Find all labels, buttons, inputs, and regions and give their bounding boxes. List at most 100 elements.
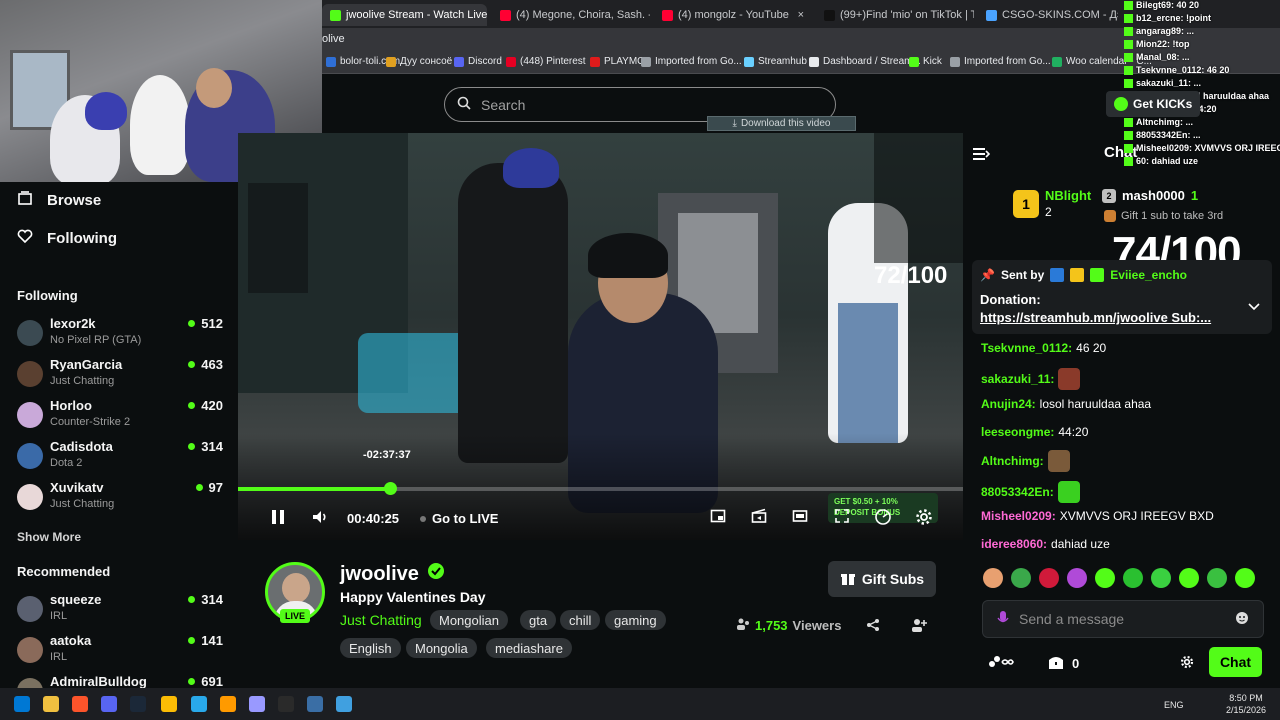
stream-tag[interactable]: English	[340, 638, 401, 658]
url-text[interactable]: olive	[322, 33, 345, 45]
browser-tab[interactable]: (4) Megone, Choira, Sash. - ROX×	[492, 4, 650, 26]
chat-message[interactable]: 88053342En:	[981, 481, 1080, 503]
chat-username[interactable]: leeseongme:	[981, 425, 1054, 439]
chat-username[interactable]: sakazuki_11:	[981, 372, 1054, 386]
taskbar-app-icon[interactable]	[336, 696, 352, 712]
sidebar-channel[interactable]: RyanGarcia Just Chatting 463	[17, 357, 223, 395]
browser-tab[interactable]: jwoolive Stream - Watch Live×	[322, 4, 487, 26]
stream-tag[interactable]: mediashare	[486, 638, 572, 658]
taskbar-app-icon[interactable]	[220, 696, 236, 712]
chat-message[interactable]: Tsekvnne_0112: 46 20	[981, 341, 1106, 355]
bookmark-item[interactable]: Streamhub	[744, 56, 807, 67]
bookmark-item[interactable]: (448) Pinterest	[506, 56, 586, 67]
taskbar-app-icon[interactable]	[14, 696, 30, 712]
emote-icon[interactable]	[1095, 568, 1115, 588]
collapse-chat-button[interactable]	[972, 146, 991, 167]
expand-pinned-button[interactable]	[1248, 298, 1260, 316]
bookmark-item[interactable]: Imported from Go...	[641, 56, 742, 67]
channel-points[interactable]	[988, 654, 1014, 673]
chat-username[interactable]: 88053342En:	[981, 485, 1054, 499]
pinned-sender[interactable]: Eviiee_encho	[1110, 268, 1187, 282]
emote-icon[interactable]	[983, 568, 1003, 588]
emoji-icon[interactable]	[1235, 611, 1249, 628]
input-language[interactable]: ENG	[1164, 700, 1184, 710]
pinned-body-link[interactable]: https://streamhub.mn/jwoolive Sub:...	[980, 310, 1264, 325]
stream-tag[interactable]: gta	[520, 610, 557, 630]
chat-message-input[interactable]: Send a message	[982, 600, 1264, 638]
browser-tab[interactable]: CSGO-SKINS.COM - Дэлхийн шил×	[978, 4, 1118, 26]
emote-icon[interactable]	[1011, 568, 1031, 588]
sidebar-channel[interactable]: Cadisdota Dota 2 314	[17, 439, 223, 477]
sidebar-channel[interactable]: Horloo Counter-Strike 2 420	[17, 398, 223, 436]
chat-settings-button[interactable]	[1180, 655, 1194, 674]
chat-message[interactable]: Altnchimg:	[981, 450, 1070, 472]
rewards-chest[interactable]: 0	[1048, 654, 1079, 673]
pause-button[interactable]	[270, 508, 286, 529]
get-kicks-button[interactable]: Get KICKs	[1106, 91, 1201, 117]
taskbar-app-icon[interactable]	[72, 696, 88, 712]
emote-icon[interactable]	[1039, 568, 1059, 588]
emote-icon[interactable]	[1151, 568, 1171, 588]
bookmark-item[interactable]: Discord	[454, 56, 502, 67]
taskbar-app-icon[interactable]	[101, 696, 117, 712]
chat-username[interactable]: Tsekvnne_0112:	[981, 341, 1072, 355]
chat-username[interactable]: Anujin24:	[981, 397, 1036, 411]
miniplayer-button[interactable]	[710, 508, 726, 527]
browser-tab[interactable]: (99+)Find 'mio' on TikTok | TikTok Se×	[816, 4, 974, 26]
leaderboard-first-name[interactable]: NBlight	[1045, 188, 1091, 203]
fullscreen-button[interactable]	[834, 508, 850, 527]
bookmark-item[interactable]: PLAYMO	[590, 56, 645, 67]
taskbar-app-icon[interactable]	[161, 696, 177, 712]
sidebar-channel[interactable]: aatoka IRL 141	[17, 633, 223, 671]
chat-message[interactable]: ideree8060: dahiad uze	[981, 537, 1110, 551]
chat-message[interactable]: Misheel0209: XVMVVS ORJ IREEGV BXD	[981, 509, 1214, 523]
bookmark-item[interactable]: Dashboard / Stream...	[809, 56, 921, 67]
chat-message[interactable]: Anujin24: losol haruuldaa ahaa	[981, 397, 1151, 411]
taskbar-app-icon[interactable]	[191, 696, 207, 712]
browser-tab[interactable]: (4) mongolz - YouTube ×	[654, 4, 812, 26]
system-clock[interactable]: 8:50 PM 2/15/2026	[1226, 692, 1266, 716]
stream-tag[interactable]: chill	[560, 610, 601, 630]
chat-username[interactable]: Altnchimg:	[981, 454, 1044, 468]
taskbar-app-icon[interactable]	[278, 696, 294, 712]
go-to-live-button[interactable]: Go to LIVE	[420, 511, 498, 526]
sidebar-channel[interactable]: lexor2k No Pixel RP (GTA) 512	[17, 316, 223, 354]
emote-icon[interactable]	[1207, 568, 1227, 588]
emote-icon[interactable]	[1067, 568, 1087, 588]
nav-browse[interactable]: Browse	[17, 190, 101, 210]
emote-icon[interactable]	[1179, 568, 1199, 588]
volume-button[interactable]	[311, 508, 329, 529]
sidebar-channel[interactable]: squeeze IRL 314	[17, 592, 223, 630]
taskbar-app-icon[interactable]	[249, 696, 265, 712]
share-button[interactable]	[866, 618, 880, 637]
progress-knob[interactable]	[384, 482, 397, 495]
bookmark-item[interactable]: Дуу сонсоё	[386, 56, 452, 67]
download-video-button[interactable]: ⤓ Download this video	[707, 116, 856, 131]
speed-button[interactable]	[874, 508, 892, 529]
taskbar-app-icon[interactable]	[307, 696, 323, 712]
close-icon[interactable]: ×	[798, 9, 804, 21]
chat-username[interactable]: ideree8060:	[981, 537, 1047, 551]
microphone-icon[interactable]	[997, 610, 1009, 629]
clip-button[interactable]	[751, 508, 767, 527]
taskbar-app-icon[interactable]	[43, 696, 59, 712]
settings-button[interactable]	[915, 508, 933, 529]
chat-message[interactable]: leeseongme: 44:20	[981, 425, 1088, 439]
gift-subs-button[interactable]: Gift Subs	[828, 561, 936, 597]
taskbar-app-icon[interactable]	[130, 696, 146, 712]
bookmark-item[interactable]: Kick	[909, 56, 942, 67]
theater-mode-button[interactable]	[792, 508, 808, 527]
show-more-button[interactable]: Show More	[17, 530, 81, 544]
streamer-name[interactable]: jwoolive	[340, 562, 445, 586]
follow-button[interactable]	[911, 617, 927, 638]
chat-message[interactable]: sakazuki_11:	[981, 368, 1081, 390]
chat-username[interactable]: Misheel0209:	[981, 509, 1056, 523]
chat-send-button[interactable]: Chat	[1209, 647, 1262, 677]
stream-tag[interactable]: Mongolia	[406, 638, 477, 658]
stream-tag[interactable]: gaming	[605, 610, 666, 630]
stream-category[interactable]: Just Chatting	[340, 612, 422, 628]
nav-following[interactable]: Following	[17, 228, 117, 248]
emote-icon[interactable]	[1123, 568, 1143, 588]
emote-icon[interactable]	[1235, 568, 1255, 588]
stream-tag[interactable]: Mongolian	[430, 610, 508, 630]
